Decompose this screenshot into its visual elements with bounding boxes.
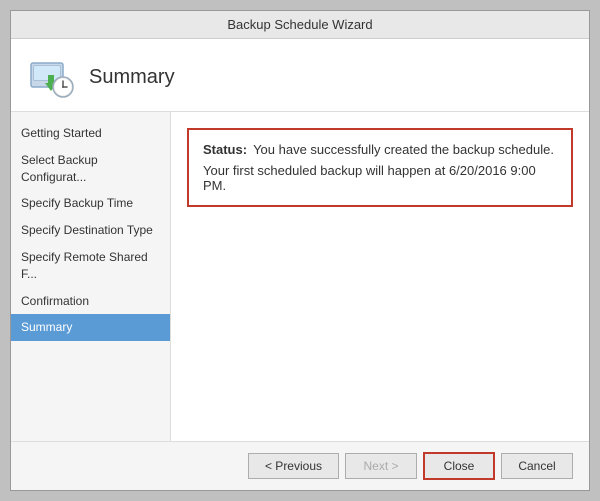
wizard-icon — [27, 53, 75, 101]
sidebar-item-specify-time[interactable]: Specify Backup Time — [11, 190, 170, 217]
header-section: Summary — [11, 39, 589, 112]
next-button[interactable]: Next > — [345, 453, 417, 479]
status-label: Status: — [203, 142, 247, 157]
main-section: Getting Started Select Backup Configurat… — [11, 112, 589, 441]
window-title: Backup Schedule Wizard — [227, 17, 372, 32]
wizard-window: Backup Schedule Wizard — [10, 10, 590, 491]
sidebar: Getting Started Select Backup Configurat… — [11, 112, 171, 441]
close-button[interactable]: Close — [423, 452, 495, 480]
sidebar-item-select-backup[interactable]: Select Backup Configurat... — [11, 147, 170, 191]
status-line2: Your first scheduled backup will happen … — [203, 163, 557, 193]
cancel-button[interactable]: Cancel — [501, 453, 573, 479]
page-title: Summary — [89, 66, 175, 89]
status-box: Status: You have successfully created th… — [187, 128, 573, 207]
status-row-1: Status: You have successfully created th… — [203, 142, 557, 157]
sidebar-item-confirmation[interactable]: Confirmation — [11, 288, 170, 315]
sidebar-item-destination-type[interactable]: Specify Destination Type — [11, 217, 170, 244]
status-row-2: Your first scheduled backup will happen … — [203, 163, 557, 193]
status-line1: You have successfully created the backup… — [253, 142, 554, 157]
sidebar-item-getting-started[interactable]: Getting Started — [11, 120, 170, 147]
title-bar: Backup Schedule Wizard — [11, 11, 589, 39]
footer: < Previous Next > Close Cancel — [11, 441, 589, 490]
main-content: Status: You have successfully created th… — [171, 112, 589, 441]
sidebar-item-remote-shared[interactable]: Specify Remote Shared F... — [11, 244, 170, 288]
sidebar-item-summary[interactable]: Summary — [11, 314, 170, 341]
content-area: Summary Getting Started Select Backup Co… — [11, 39, 589, 441]
previous-button[interactable]: < Previous — [248, 453, 339, 479]
